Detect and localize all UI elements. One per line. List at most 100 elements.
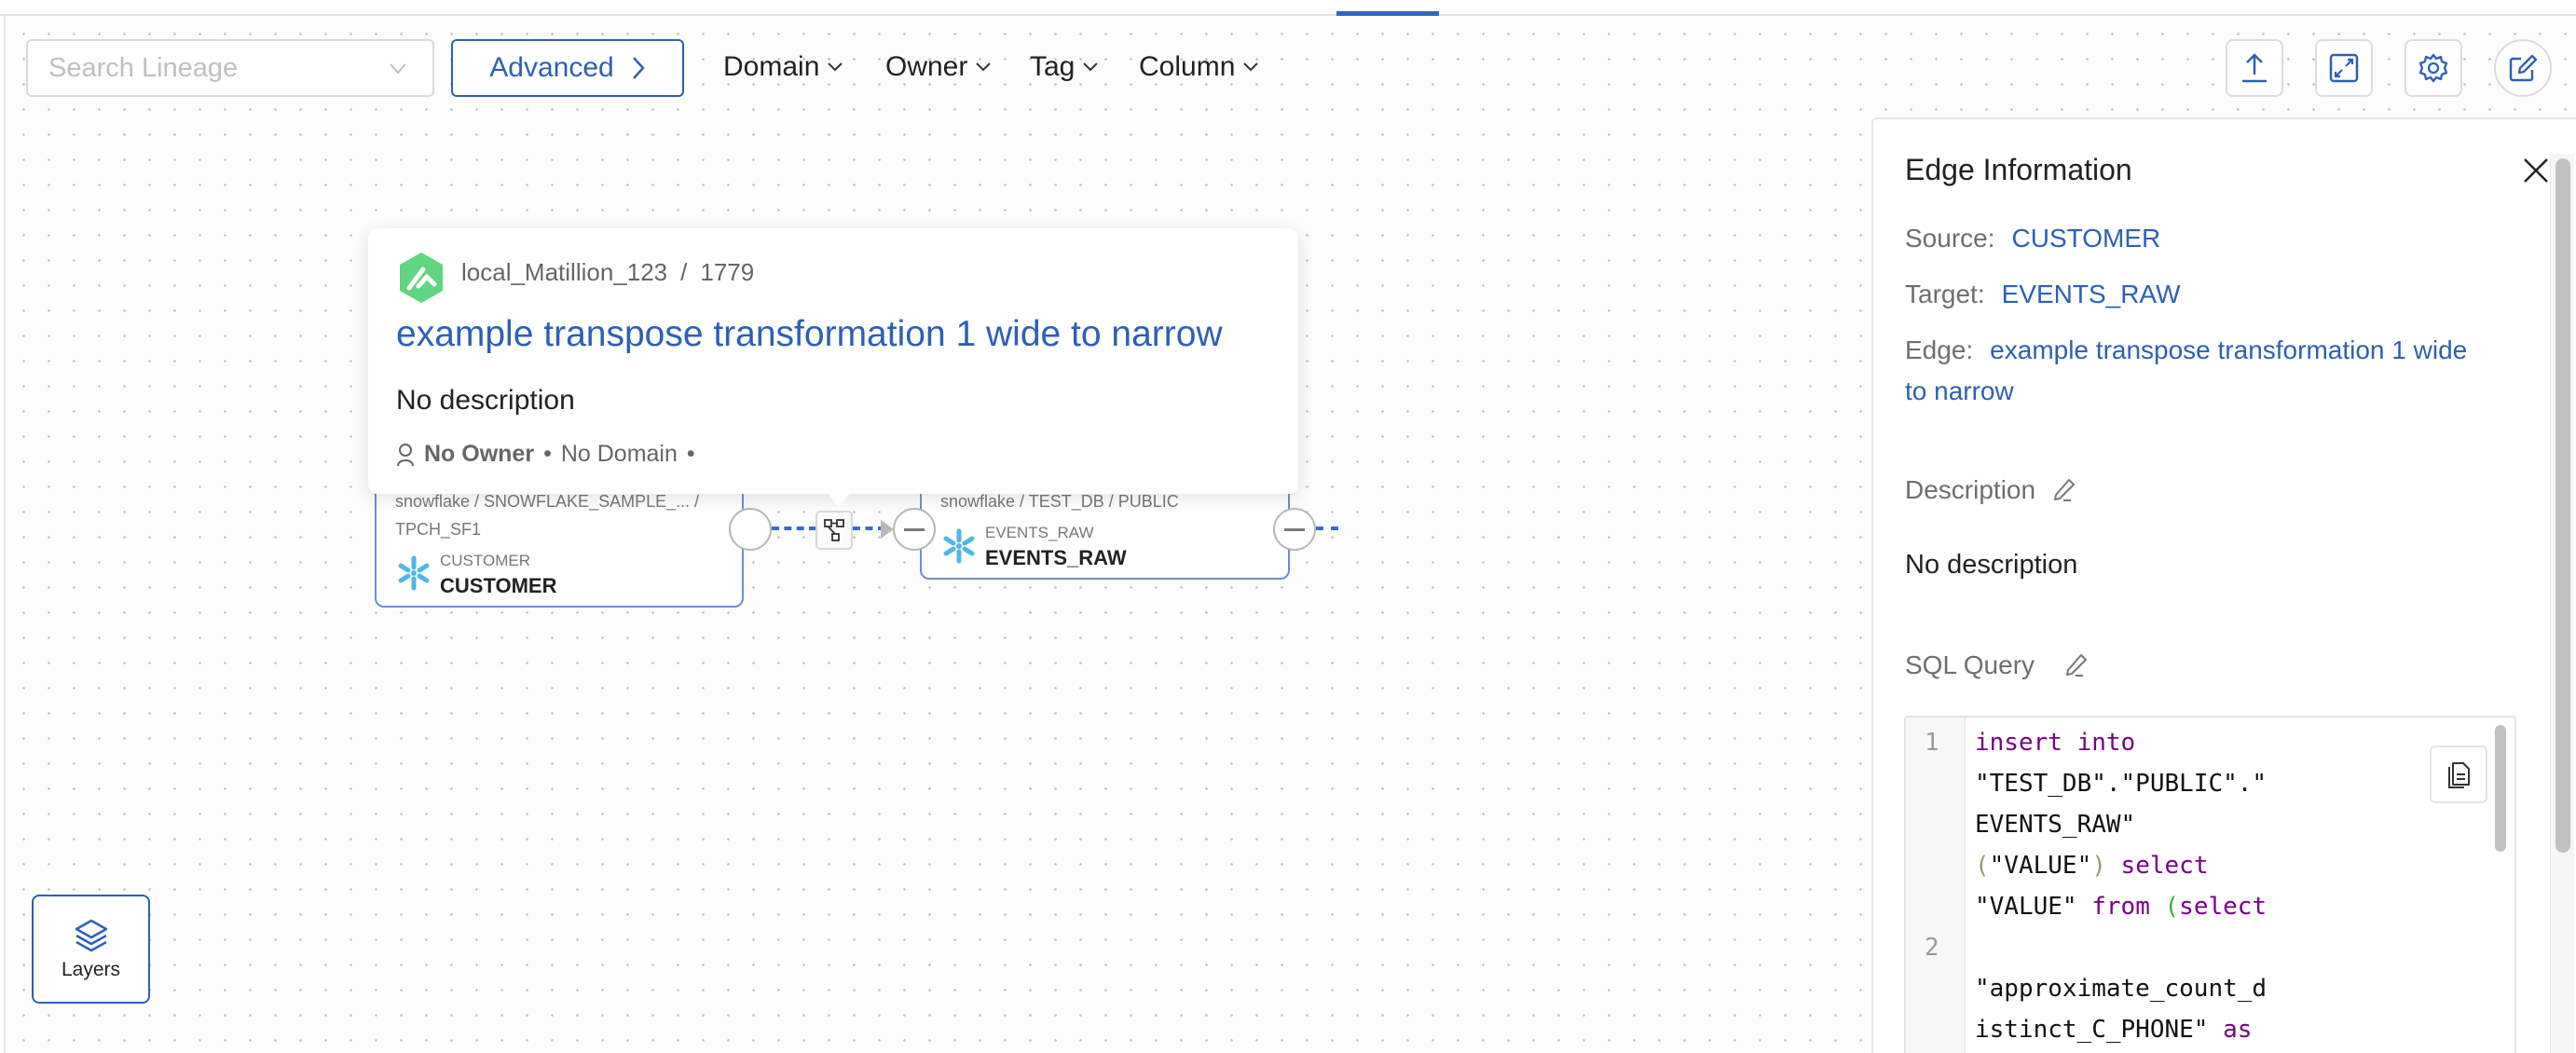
sql-paren: (: [1975, 852, 1990, 880]
sql-keyword: into: [2076, 729, 2136, 757]
filter-tag[interactable]: Tag: [1030, 47, 1099, 88]
target-link[interactable]: EVENTS_RAW: [2002, 280, 2181, 308]
minus-icon: [904, 527, 925, 531]
code-scrollbar[interactable]: [2495, 725, 2506, 852]
pencil-icon[interactable]: [2064, 652, 2089, 678]
sql-keyword: insert: [1975, 729, 2062, 757]
sql-header: SQL Query: [1905, 650, 2089, 680]
minus-icon: [1284, 527, 1305, 531]
filter-column[interactable]: Column: [1139, 47, 1259, 88]
sql-keyword: select: [2179, 893, 2268, 921]
code-line: "approximate_count_d: [1975, 975, 2268, 1003]
edge-popover: local_Matillion_123 / 1779 example trans…: [368, 228, 1298, 508]
edge-link[interactable]: example transpose transformation 1 wide …: [1905, 335, 2467, 405]
copy-icon: [2448, 762, 2470, 788]
snowflake-icon: [398, 555, 430, 591]
edge-line-out[interactable]: [1316, 526, 1338, 530]
gear-icon: [2418, 53, 2448, 83]
expand-upstream-handle[interactable]: [729, 508, 772, 551]
breadcrumb-separator: /: [680, 258, 688, 286]
description-label: Description: [1905, 475, 2036, 504]
search-lineage-select[interactable]: Search Lineage: [26, 39, 434, 97]
line-number: 2: [1925, 934, 1939, 962]
sql-keyword: from: [2091, 893, 2150, 921]
collapse-upstream-handle[interactable]: [893, 508, 936, 551]
sql-paren: (: [2164, 893, 2180, 921]
layers-button[interactable]: Layers: [32, 895, 150, 1004]
pipeline-title-link[interactable]: example transpose transformation 1 wide …: [396, 314, 1223, 355]
code-line: EVENTS_RAW": [1975, 811, 2136, 839]
description-header: Description: [1905, 475, 2076, 505]
chevron-down-icon: [976, 62, 992, 72]
pipeline-id: 1779: [700, 258, 755, 286]
edge-arrow-icon: [881, 520, 894, 539]
pipeline-edge-button[interactable]: [815, 511, 853, 550]
layers-label: Layers: [61, 958, 121, 980]
node-type-label: CUSTOMER: [440, 552, 530, 569]
filter-label: Domain: [723, 51, 820, 82]
node-path: snowflake / SNOWFLAKE_SAMPLE_... /: [395, 492, 700, 511]
layers-icon: [75, 919, 107, 951]
edit-icon: [2509, 54, 2538, 82]
export-button[interactable]: [2226, 39, 2283, 97]
panel-scrollbar-thumb[interactable]: [2555, 158, 2570, 853]
filter-label: Owner: [885, 51, 968, 82]
filter-label: Column: [1139, 51, 1236, 82]
chevron-down-icon: [1243, 62, 1259, 72]
snowflake-icon: [943, 528, 975, 564]
code-line: "VALUE" from (select: [1975, 893, 2267, 921]
popover-description: No description: [396, 385, 575, 416]
chevron-down-icon: [390, 63, 406, 75]
edge-label: Edge:: [1905, 335, 1974, 364]
sql-code-editor[interactable]: 1 2 insert into "TEST_DB"."PUBLIC"." EVE…: [1904, 716, 2516, 1053]
chevron-down-icon: [1083, 62, 1099, 72]
code-line: ("VALUE") select: [1975, 852, 2208, 880]
node-name: CUSTOMER: [440, 574, 557, 597]
node-path: snowflake / TEST_DB / PUBLIC: [940, 492, 1179, 511]
sql-identifier: istinct_C_PHONE": [1975, 1016, 2209, 1044]
sql-keyword: as: [2223, 1016, 2253, 1044]
edge-line[interactable]: [772, 526, 816, 530]
line-gutter: [1906, 718, 1966, 1053]
copy-sql-button[interactable]: [2430, 745, 2487, 803]
fullscreen-button[interactable]: [2315, 39, 2373, 97]
node-path-cont: TPCH_SF1: [395, 520, 482, 539]
node-type-label: EVENTS_RAW: [985, 524, 1094, 541]
source-link[interactable]: CUSTOMER: [2012, 224, 2161, 253]
chevron-down-icon: [828, 62, 843, 72]
pipeline-icon: [824, 519, 844, 541]
code-line: insert into: [1975, 729, 2135, 757]
code-line: "TEST_DB"."PUBLIC".": [1975, 770, 2268, 798]
search-placeholder: Search Lineage: [48, 52, 239, 83]
owner-value: No Owner: [424, 441, 535, 467]
chevron-right-icon: [632, 57, 645, 79]
bullet: •: [543, 441, 552, 467]
panel-title: Edge Information: [1905, 153, 2132, 186]
user-icon: [397, 443, 414, 466]
collapse-downstream-handle[interactable]: [1273, 508, 1316, 551]
close-icon[interactable]: [2522, 157, 2550, 185]
advanced-button[interactable]: Advanced: [451, 39, 684, 97]
settings-button[interactable]: [2405, 39, 2462, 97]
advanced-label: Advanced: [489, 52, 614, 83]
popover-meta: No Owner • No Domain •: [396, 441, 695, 468]
upload-icon: [2242, 53, 2267, 83]
target-row: Target: EVENTS_RAW: [1905, 280, 2181, 309]
edit-lineage-button[interactable]: [2494, 39, 2552, 97]
filter-label: Tag: [1030, 51, 1076, 82]
pencil-icon[interactable]: [2052, 477, 2076, 503]
sql-identifier: "VALUE": [1975, 893, 2077, 921]
code-line: istinct_C_PHONE" as: [1975, 1016, 2252, 1044]
node-name: EVENTS_RAW: [985, 546, 1127, 569]
source-label: Source:: [1905, 224, 1995, 253]
fullscreen-icon: [2329, 53, 2359, 83]
filter-domain[interactable]: Domain: [723, 47, 843, 88]
description-value: No description: [1905, 550, 2078, 580]
sql-label: SQL Query: [1905, 650, 2035, 679]
filter-owner[interactable]: Owner: [885, 47, 992, 88]
edge-row: Edge: example transpose transformation 1 …: [1905, 330, 2483, 412]
sql-identifier: "VALUE": [1989, 852, 2092, 880]
target-label: Target:: [1905, 280, 1985, 308]
service-name: local_Matillion_123: [461, 258, 668, 286]
sql-paren: ): [2091, 852, 2106, 880]
